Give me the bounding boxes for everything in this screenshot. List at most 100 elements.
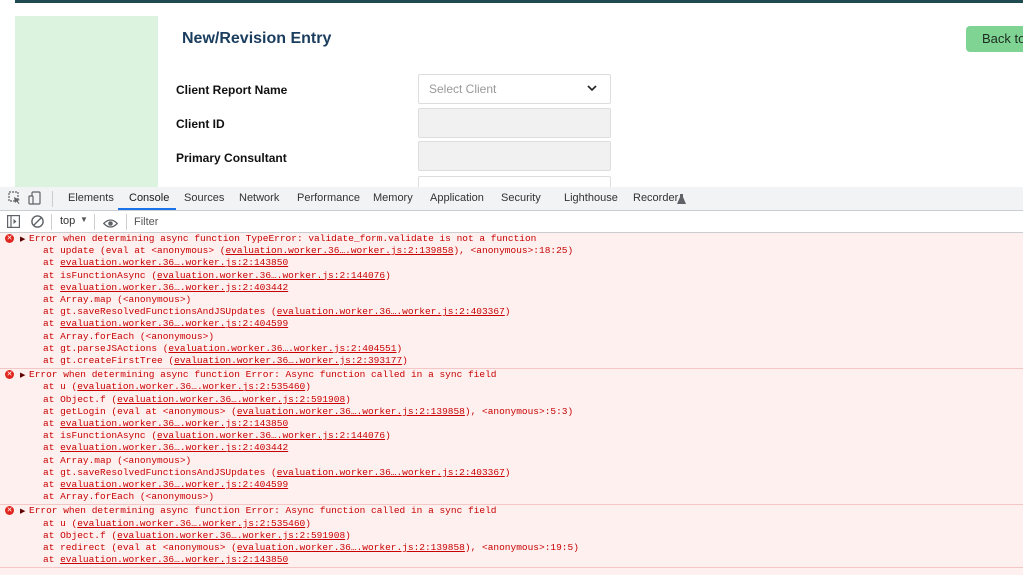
toolbar-divider xyxy=(126,214,127,230)
stack-frame-text: at Array.map (<anonymous>) xyxy=(43,454,192,466)
stack-frame: at evaluation.worker.36….worker.js:2:143… xyxy=(0,554,1023,566)
source-link[interactable]: evaluation.worker.36….worker.js:2:404599 xyxy=(60,318,288,329)
tab-performance[interactable]: Performance xyxy=(297,187,360,210)
tab-application[interactable]: Application xyxy=(430,187,484,210)
stack-frame-text: at u ( xyxy=(43,381,78,393)
tab-network[interactable]: Network xyxy=(239,187,279,210)
source-link[interactable]: evaluation.worker.36….worker.js:2:144076 xyxy=(157,270,385,281)
source-link[interactable]: evaluation.worker.36….worker.js:2:404551 xyxy=(168,343,396,354)
source-link[interactable]: evaluation.worker.36….worker.js:2:591908 xyxy=(117,394,345,405)
stack-frame-text: ) xyxy=(402,355,408,367)
stack-frame: at evaluation.worker.36….worker.js:2:403… xyxy=(0,282,1023,294)
stack-frame-text: ) xyxy=(345,529,351,541)
source-link[interactable]: evaluation.worker.36….worker.js:2:143850 xyxy=(60,554,288,565)
source-link[interactable]: evaluation.worker.36….worker.js:2:403442 xyxy=(60,282,288,293)
source-link[interactable]: evaluation.worker.36….worker.js:2:144076 xyxy=(157,430,385,441)
clear-console-icon[interactable] xyxy=(31,215,44,233)
stack-frame: at gt.saveResolvedFunctionsAndJSUpdates … xyxy=(0,467,1023,479)
stack-frame-text: ) xyxy=(504,466,511,478)
error-message-text: Error when determining async function Er… xyxy=(29,505,497,517)
source-link[interactable]: evaluation.worker.36….worker.js:2:535460 xyxy=(77,381,305,392)
stack-frame-text: at gt.saveResolvedFunctionsAndJSUpdates … xyxy=(43,306,277,318)
tab-console[interactable]: Console xyxy=(129,187,169,210)
source-link[interactable]: evaluation.worker.36….worker.js:2:403442 xyxy=(60,442,288,453)
error-icon: ✕ xyxy=(5,370,14,380)
source-link[interactable]: evaluation.worker.36….worker.js:2:535460 xyxy=(77,518,305,529)
back-button[interactable]: Back to xyxy=(966,26,1023,52)
stack-frame: at evaluation.worker.36….worker.js:2:403… xyxy=(0,442,1023,454)
source-link[interactable]: evaluation.worker.36….worker.js:2:403367 xyxy=(277,306,505,317)
stack-frame-text: at Object.f ( xyxy=(43,393,118,405)
tab-lighthouse[interactable]: Lighthouse xyxy=(564,187,618,210)
source-link[interactable]: evaluation.worker.36….worker.js:2:143850 xyxy=(60,257,288,268)
expand-arrow-icon[interactable]: ▶ xyxy=(20,233,25,245)
stack-frame-text: at xyxy=(43,318,61,330)
source-link[interactable]: evaluation.worker.36….worker.js:2:591908 xyxy=(117,530,345,541)
error-message: ✕ ▶ Error when determining async function … xyxy=(0,505,1023,517)
stack-frame-text: at xyxy=(43,479,61,491)
source-link[interactable]: evaluation.worker.36….worker.js:2:139858 xyxy=(225,245,453,256)
page-title: New/Revision Entry xyxy=(182,30,332,47)
web-page: New/Revision Entry Back to Client Report… xyxy=(0,0,1023,187)
tab-sources[interactable]: Sources xyxy=(184,187,224,210)
source-link[interactable]: evaluation.worker.36….worker.js:2:139858 xyxy=(237,406,465,417)
stack-frame-text: ) xyxy=(385,269,391,281)
console-error-entry[interactable]: ✕ ▶ Error when determining async function … xyxy=(0,369,1023,506)
stack-frame-text: at gt.createFirstTree ( xyxy=(43,355,175,367)
stack-frame-text: at redirect (eval at <anonymous> ( xyxy=(43,542,237,554)
devtools-panel: Elements Console Sources Network Perform… xyxy=(0,187,1023,575)
stack-frame-text: at u ( xyxy=(43,517,78,529)
primary-consultant-label: Primary Consultant xyxy=(176,151,287,165)
tab-recorder[interactable]: Recorder xyxy=(633,187,678,210)
primary-consultant-field[interactable] xyxy=(418,141,611,171)
console-error-entry[interactable]: ✕ ▶ Error when determining async function … xyxy=(0,233,1023,370)
tab-elements[interactable]: Elements xyxy=(68,187,114,210)
devtools-tab-bar: Elements Console Sources Network Perform… xyxy=(0,187,1023,211)
source-link[interactable]: evaluation.worker.36….worker.js:2:403367 xyxy=(277,467,505,478)
stack-frame-text: ), <anonymous>:19:5) xyxy=(464,542,579,554)
error-message: ✕ ▶ Error when determining async function … xyxy=(0,233,1023,245)
form-panel: New/Revision Entry Back to Client Report… xyxy=(158,16,1023,187)
dropdown-arrow-icon: ▼ xyxy=(80,215,88,224)
toolbar-divider xyxy=(94,214,95,230)
console-filter-input[interactable] xyxy=(130,213,438,230)
source-link[interactable]: evaluation.worker.36….worker.js:2:139858 xyxy=(237,542,465,553)
toolbar-divider xyxy=(52,191,53,207)
stack-frame-text: ) xyxy=(345,393,351,405)
client-report-name-label: Client Report Name xyxy=(176,83,288,97)
client-id-label: Client ID xyxy=(176,117,225,131)
console-error-entry[interactable]: ✕ ▶ Error when determining async function … xyxy=(0,505,1023,569)
stack-frame: at gt.saveResolvedFunctionsAndJSUpdates … xyxy=(0,306,1023,318)
left-sidebar xyxy=(15,16,158,187)
stack-frame-text: ) xyxy=(305,517,311,529)
stack-frame: at Object.f (evaluation.worker.36….worke… xyxy=(0,530,1023,542)
stack-frame: at isFunctionAsync (evaluation.worker.36… xyxy=(0,430,1023,442)
stack-frame-text: at Array.forEach (<anonymous>) xyxy=(43,491,215,503)
entry-type-field[interactable] xyxy=(418,176,611,187)
device-toolbar-icon[interactable] xyxy=(28,191,42,210)
sidebar-toggle-icon[interactable] xyxy=(7,215,21,233)
stack-frame-text: at xyxy=(43,281,61,293)
eye-icon[interactable] xyxy=(102,216,119,234)
stack-frame-text: at isFunctionAsync ( xyxy=(43,430,158,442)
client-select-dropdown[interactable]: Select Client xyxy=(418,74,611,104)
source-link[interactable]: evaluation.worker.36….worker.js:2:404599 xyxy=(60,479,288,490)
chevron-down-icon xyxy=(586,81,598,100)
tab-memory[interactable]: Memory xyxy=(373,187,413,210)
context-selector[interactable]: top xyxy=(60,215,75,227)
error-message: ✕ ▶ Error when determining async function … xyxy=(0,369,1023,381)
stack-frame: at Array.map (<anonymous>) xyxy=(0,455,1023,467)
console-output: ✕ ▶ Error when determining async function … xyxy=(0,233,1023,575)
stack-frame: at getLogin (eval at <anonymous> (evalua… xyxy=(0,406,1023,418)
source-link[interactable]: evaluation.worker.36….worker.js:2:393177 xyxy=(174,355,402,366)
client-id-field[interactable] xyxy=(418,108,611,138)
stack-frame-text: ) xyxy=(504,306,511,318)
tab-security[interactable]: Security xyxy=(501,187,541,210)
expand-arrow-icon[interactable]: ▶ xyxy=(20,505,25,517)
expand-arrow-icon[interactable]: ▶ xyxy=(20,369,25,381)
stack-frame-text: at xyxy=(43,257,61,269)
source-link[interactable]: evaluation.worker.36….worker.js:2:143850 xyxy=(60,418,288,429)
inspect-element-icon[interactable] xyxy=(8,191,22,210)
stack-frame: at Object.f (evaluation.worker.36….worke… xyxy=(0,394,1023,406)
stack-frame-text: at update (eval at <anonymous> ( xyxy=(43,245,226,257)
